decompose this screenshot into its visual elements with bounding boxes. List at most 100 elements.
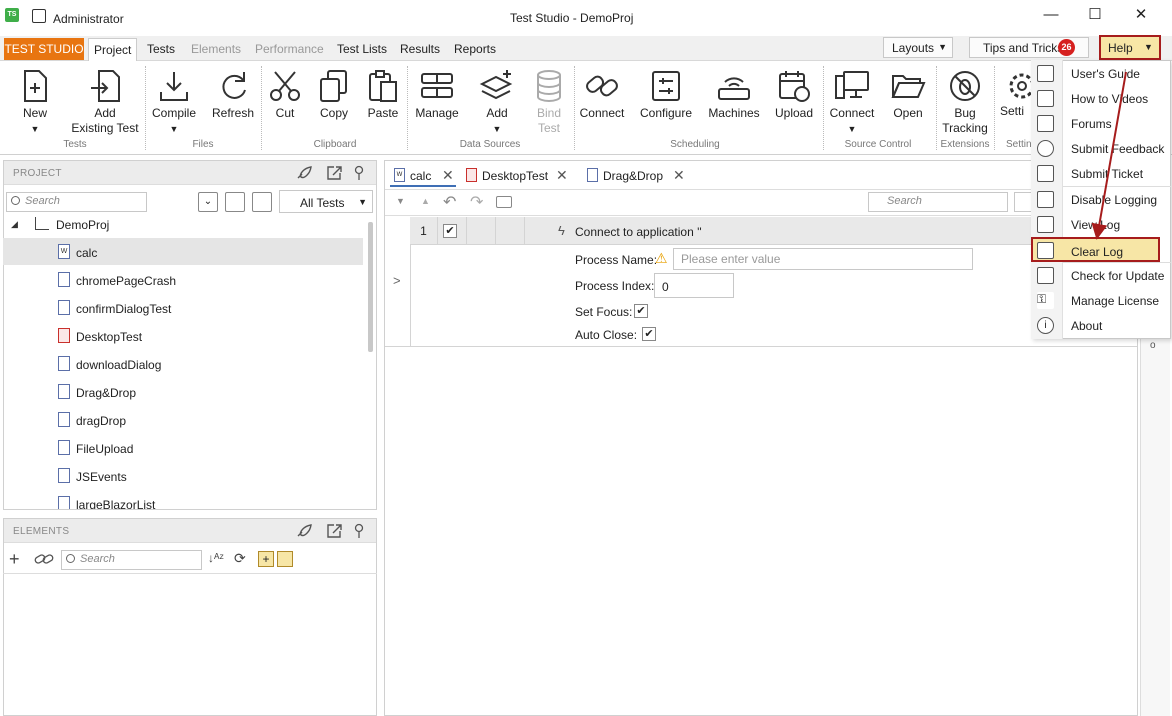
menu-item-clear-log[interactable]: Clear Log bbox=[1031, 237, 1160, 262]
move-up-icon[interactable]: ▲ bbox=[421, 196, 430, 206]
search-icon bbox=[11, 196, 20, 205]
cut-button[interactable]: Cut bbox=[266, 68, 304, 121]
doc-tab-dragdrop[interactable]: Drag&Drop ✕ bbox=[583, 165, 689, 187]
tree-item[interactable]: FileUpload bbox=[3, 434, 363, 461]
project-root-node[interactable]: DemoProj bbox=[56, 218, 109, 232]
test-file-icon bbox=[58, 300, 70, 315]
connect-button[interactable]: Connect bbox=[578, 68, 626, 121]
tree-item[interactable]: downloadDialog bbox=[3, 350, 363, 377]
pin-icon[interactable] bbox=[353, 165, 365, 181]
copy-button[interactable]: Copy bbox=[315, 68, 353, 121]
undo-icon[interactable]: ↶ bbox=[443, 192, 456, 212]
add-label: Add bbox=[486, 106, 508, 120]
auto-close-checkbox[interactable]: ✔ bbox=[642, 327, 656, 341]
manage-button[interactable]: Manage bbox=[414, 68, 460, 121]
add-data-source-button[interactable]: Add ▼ bbox=[476, 68, 518, 137]
menu-item-check-for-update[interactable]: Check for Update bbox=[1032, 263, 1171, 288]
bind-test-button[interactable]: Bind Test bbox=[530, 68, 568, 136]
refresh-button[interactable]: Refresh bbox=[210, 68, 256, 121]
tree-item[interactable]: dragDrop bbox=[3, 406, 363, 433]
rocket-icon[interactable] bbox=[295, 523, 313, 539]
bind-label-1: Bind bbox=[536, 106, 562, 120]
refresh-icon[interactable]: ⟳ bbox=[234, 550, 246, 567]
open-button[interactable]: Open bbox=[888, 68, 928, 121]
menu-item-how-to-videos[interactable]: How to Videos bbox=[1032, 86, 1171, 111]
compile-button[interactable]: Compile ▼ bbox=[150, 68, 198, 137]
bug-tracking-button[interactable]: Bug Tracking bbox=[940, 68, 990, 136]
tab-project[interactable]: Project bbox=[88, 38, 138, 61]
sort-az-icon[interactable]: ↓ᴬᶻ bbox=[208, 551, 224, 565]
menu-item-view-log[interactable]: View Log bbox=[1032, 212, 1171, 237]
minimize-button[interactable]: — bbox=[1040, 6, 1062, 24]
expand-all-icon[interactable]: + bbox=[258, 551, 274, 567]
maximize-button[interactable]: ☐ bbox=[1084, 6, 1106, 24]
menu-item-about[interactable]: i About bbox=[1032, 313, 1171, 338]
move-down-icon[interactable]: ▼ bbox=[396, 196, 405, 206]
source-control-connect-button[interactable]: Connect ▼ bbox=[828, 68, 876, 137]
tree-expand-icon[interactable]: ◢ bbox=[11, 219, 18, 230]
upload-button[interactable]: Upload bbox=[772, 68, 816, 121]
tree-item[interactable]: Drag&Drop bbox=[3, 378, 363, 405]
tab-performance[interactable]: Performance bbox=[255, 42, 324, 56]
menu-item-disable-logging[interactable]: Disable Logging bbox=[1032, 187, 1171, 212]
link-icon[interactable] bbox=[34, 552, 54, 566]
tree-item[interactable]: confirmDialogTest bbox=[3, 294, 363, 321]
layouts-dropdown[interactable]: Layouts ▼ bbox=[883, 37, 953, 58]
popout-icon[interactable] bbox=[326, 165, 344, 181]
doc-tab-desktoptest[interactable]: DesktopTest ✕ bbox=[462, 165, 572, 187]
menu-item-manage-license[interactable]: ⚿ Manage License bbox=[1032, 288, 1171, 313]
tree-item[interactable]: largeBlazorList bbox=[3, 490, 363, 509]
popout-icon[interactable] bbox=[326, 523, 344, 539]
machines-button[interactable]: Machines bbox=[706, 68, 762, 121]
add-existing-test-button[interactable]: Add Existing Test bbox=[70, 68, 140, 136]
tab-reports[interactable]: Reports bbox=[454, 42, 496, 56]
menu-item-submit-feedback[interactable]: Submit Feedback bbox=[1032, 136, 1171, 161]
list-icon[interactable] bbox=[252, 192, 272, 212]
new-button[interactable]: New ▼ bbox=[16, 68, 54, 137]
menu-item-label: Check for Update bbox=[1071, 269, 1165, 283]
tree-item[interactable]: DesktopTest bbox=[3, 322, 363, 349]
tab-results[interactable]: Results bbox=[400, 42, 440, 56]
add-icon[interactable]: + bbox=[9, 549, 20, 570]
redo-icon[interactable]: ↷ bbox=[470, 192, 483, 212]
user-filter-icon[interactable] bbox=[225, 192, 245, 212]
project-search-input[interactable]: Search bbox=[6, 192, 147, 212]
menu-item-forums[interactable]: Forums bbox=[1032, 111, 1171, 136]
configure-button[interactable]: Configure bbox=[638, 68, 694, 121]
close-tab-icon[interactable]: ✕ bbox=[673, 167, 685, 184]
menu-item-users-guide[interactable]: User's Guide bbox=[1032, 61, 1171, 86]
close-tab-icon[interactable]: ✕ bbox=[442, 167, 454, 184]
rocket-icon[interactable] bbox=[295, 165, 313, 181]
settings-button[interactable]: Setti bbox=[1000, 68, 1034, 119]
menu-item-submit-ticket[interactable]: Submit Ticket bbox=[1032, 161, 1171, 186]
collapse-all-icon[interactable]: ⌄ bbox=[198, 192, 218, 212]
brand-tab[interactable]: TEST STUDIO bbox=[4, 38, 84, 60]
doc-tab-calc[interactable]: Wcalc ✕ bbox=[390, 165, 456, 187]
close-window-button[interactable]: ✕ bbox=[1130, 6, 1152, 24]
tree-item[interactable]: JSEvents bbox=[3, 462, 363, 489]
step-enabled-checkbox[interactable]: ✔ bbox=[443, 224, 457, 238]
project-scrollbar[interactable] bbox=[368, 222, 373, 352]
menu-item-label: Clear Log bbox=[1071, 245, 1124, 259]
recorder-icon[interactable] bbox=[496, 196, 512, 208]
toggle-view-icon[interactable] bbox=[277, 551, 293, 567]
elements-search-input[interactable]: Search bbox=[61, 550, 202, 570]
close-tab-icon[interactable]: ✕ bbox=[556, 167, 568, 184]
tree-item[interactable]: chromePageCrash bbox=[3, 266, 363, 293]
expand-step-icon[interactable]: > bbox=[393, 273, 401, 288]
ribbon-divider bbox=[261, 66, 262, 150]
tab-test-lists[interactable]: Test Lists bbox=[337, 42, 387, 56]
paste-button[interactable]: Paste bbox=[364, 68, 402, 121]
side-panel-tab[interactable]: o bbox=[1150, 340, 1156, 351]
tab-tests[interactable]: Tests bbox=[147, 42, 175, 56]
tab-elements[interactable]: Elements bbox=[191, 42, 241, 56]
set-focus-checkbox[interactable]: ✔ bbox=[634, 304, 648, 318]
pin-icon[interactable] bbox=[353, 523, 365, 539]
tree-item-calc[interactable]: Wcalc bbox=[3, 238, 363, 265]
step-row[interactable] bbox=[410, 217, 1032, 245]
help-button[interactable]: Help ▼ bbox=[1099, 35, 1161, 60]
steps-search-input[interactable]: Search bbox=[868, 192, 1008, 212]
process-index-input[interactable]: 0 bbox=[654, 273, 734, 298]
process-name-input[interactable]: Please enter value bbox=[673, 248, 973, 270]
test-filter-dropdown[interactable]: All Tests ▼ bbox=[279, 190, 373, 213]
